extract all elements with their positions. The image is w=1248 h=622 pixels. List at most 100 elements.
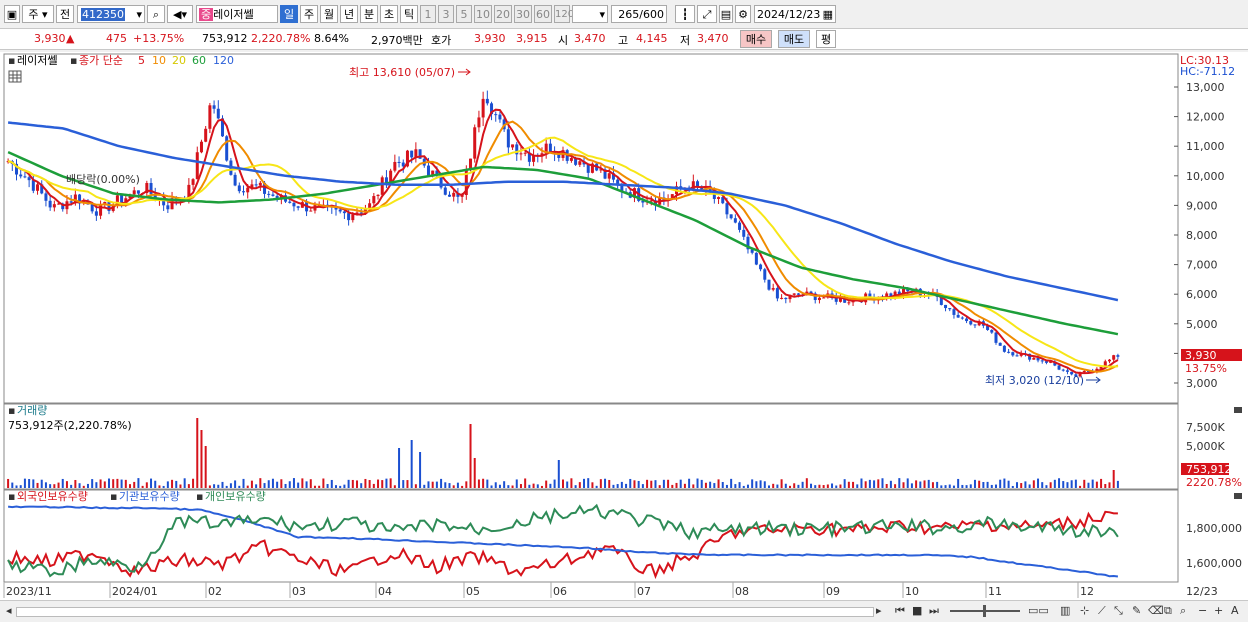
date-tick-label: 12 [1080,585,1094,598]
window-icon[interactable]: ▣ [4,5,20,23]
period-day[interactable]: 일 [280,5,298,23]
min-30[interactable]: 30 [514,5,532,23]
min-5[interactable]: 5 [456,5,472,23]
min-20[interactable]: 20 [494,5,512,23]
period-second[interactable]: 초 [380,5,398,23]
volume-bar [53,484,56,488]
menu-icon[interactable]: ▪ [110,490,117,503]
speaker-icon[interactable]: ◀▾ [167,5,193,23]
font-size-icon[interactable]: A [1231,604,1239,617]
volume-bar [688,478,691,488]
volume-bar [931,482,934,488]
candle-body [212,105,216,109]
buy-button[interactable]: 매수 [740,30,772,48]
zoom-slider-handle[interactable] [983,605,986,617]
volume-bar [99,479,102,488]
panel-icon[interactable]: ▥ [1060,604,1070,617]
volume-bar [793,483,796,488]
volume-bar [898,478,901,488]
period-week[interactable]: 주 [300,5,318,23]
volume-bar [1032,480,1035,488]
menu-icon[interactable]: ▪ [8,490,15,503]
candle-body [426,165,430,176]
zoom-icon[interactable]: ⌕ [1180,604,1186,618]
menu-icon[interactable]: ▪ [8,54,15,67]
holding-panel-close-icon[interactable] [1234,493,1242,499]
search-icon[interactable]: ⌕ [147,5,165,23]
period-tick[interactable]: 틱 [400,5,418,23]
volume-bar [347,479,350,488]
volume-bar [267,480,270,488]
gear-icon[interactable]: ⚙ [735,5,751,23]
volume-bar [906,478,909,488]
min-3[interactable]: 3 [438,5,454,23]
zoom-out-icon[interactable]: − [1198,604,1207,617]
copy-icon[interactable]: ⧉ [1164,604,1172,618]
volume-bar [414,484,417,488]
chart-type-icon[interactable]: ⤢ [697,5,717,23]
date-input[interactable]: 2024/12/23 ▦ [754,5,836,23]
zoom-in-icon[interactable]: + [1214,604,1223,617]
volume-bar [738,482,741,488]
volume-bar [524,478,527,488]
volume-bar [456,482,459,488]
candle-body [242,191,246,193]
min-1[interactable]: 1 [420,5,436,23]
line-tool-icon[interactable]: ⟋ [1098,604,1106,618]
custom-period-select[interactable]: ▾ [572,5,608,23]
candle-body [1002,345,1006,352]
date-tick-label: 12/23 [1186,585,1218,598]
candle-body [485,98,489,104]
menu-icon[interactable]: ▪ [8,404,15,417]
volume-bar [498,484,501,488]
table-icon[interactable] [8,70,22,83]
volume-bar [1095,481,1098,488]
volume-bar [843,479,846,488]
eval-button[interactable]: 평 [816,30,836,48]
horizontal-scrollbar[interactable] [16,607,874,617]
scroll-left-icon[interactable]: ◂ [6,604,12,617]
min-10[interactable]: 10 [474,5,492,23]
menu-icon[interactable]: ▪ [196,490,203,503]
period-month[interactable]: 월 [320,5,338,23]
stock-name-box[interactable]: 중 레이저쎌 [196,5,278,23]
stop-icon[interactable]: ■ [912,604,922,617]
volume-bar [208,485,211,488]
period-minute[interactable]: 분 [360,5,378,23]
chart-svg[interactable]: 3,0004,0005,0006,0007,0008,0009,00010,00… [0,52,1248,600]
volume-bar [1083,479,1086,488]
type-button[interactable]: 전 [56,5,74,23]
draw-icon[interactable]: ✎ [1132,604,1141,617]
volume-bar [246,485,249,488]
volume-bar [263,483,266,488]
menu-icon[interactable]: ▪ [70,54,77,67]
save-icon[interactable]: ▤ [719,5,733,23]
open-label: 시 [558,34,569,47]
eraser-icon[interactable]: ⌫ [1148,604,1164,617]
min-120[interactable]: 120 [554,5,574,23]
candle-icon[interactable]: ┇ [675,5,695,23]
volume-bar [57,482,60,488]
period-year[interactable]: 년 [340,5,358,23]
volume-bar [40,479,43,488]
rewind-icon[interactable]: ⏮ [895,604,905,618]
volume-bar [700,479,703,488]
candle-body [717,197,721,199]
trend-icon[interactable]: ⤡ [1114,604,1123,618]
candle-body [1112,355,1116,360]
candle-body [237,185,241,192]
sell-button[interactable]: 매도 [778,30,810,48]
volume-tick-7500: 7,500K [1186,421,1225,434]
layout-icon[interactable]: ▭▭ [1028,604,1049,617]
volume-panel-close-icon[interactable] [1234,407,1242,413]
change-pct: +13.75% [133,32,185,45]
volume-bar [1003,478,1006,488]
min-60[interactable]: 60 [534,5,552,23]
scroll-right-icon[interactable]: ▸ [876,604,882,617]
market-select[interactable]: 주 ▾ [22,5,54,23]
forward-icon[interactable]: ⏭ [929,604,939,618]
cursor-icon[interactable]: ⊹ [1080,604,1089,617]
code-input[interactable]: 412350 ▾ [77,5,145,23]
count-input[interactable]: 265/600 [611,5,667,23]
volume-bar [835,485,838,488]
